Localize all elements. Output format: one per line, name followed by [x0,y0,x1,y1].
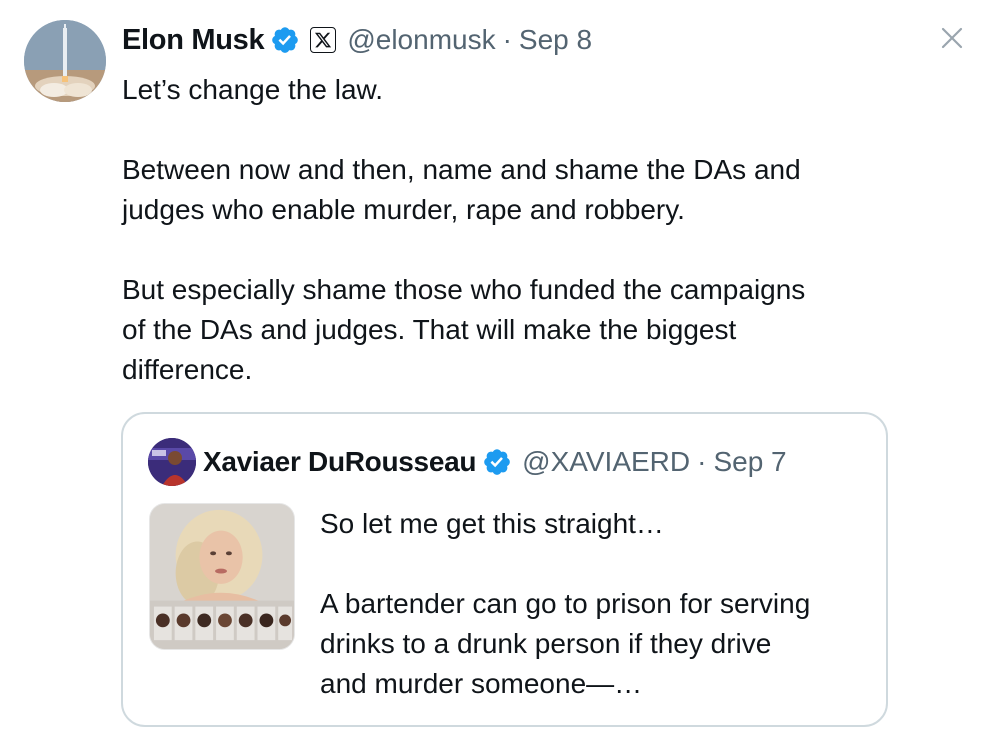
x-logo-icon[interactable] [310,27,337,53]
tweet-header: Elon Musk @elonmusk · Sep 8 [122,20,592,60]
close-button[interactable] [936,22,968,54]
tweet-text-line: But especially shame those who funded th… [122,274,806,305]
tweet-text-line: Let’s change the law. [122,74,384,105]
verified-badge-icon[interactable] [270,25,300,55]
author-name[interactable]: Elon Musk [122,24,265,57]
portrait-and-mugshots-thumbnail-icon [150,504,294,649]
quoted-author-name[interactable]: Xaviaer DuRousseau [203,446,476,478]
quoted-author-handle[interactable]: @XAVIAERD [522,446,690,478]
quoted-tweet-text: So let me get this straight… A bartender… [320,504,880,704]
quoted-author-avatar[interactable] [148,438,196,486]
separator-dot: · [502,24,512,55]
quoted-tweet-date[interactable]: Sep 7 [713,446,786,478]
quoted-text-line: A bartender can go to prison for serving [320,588,811,619]
quoted-tweet-card[interactable]: Xaviaer DuRousseau @XAVIAERD · Sep 7 So … [121,412,888,727]
profile-photo-avatar-icon [148,438,196,486]
author-handle[interactable]: @elonmusk [347,24,495,56]
tweet-text-line: Between now and then, name and shame the… [122,154,801,185]
quoted-text-line: drinks to a drunk person if they drive [320,628,772,659]
quoted-tweet-media-thumbnail[interactable] [149,503,295,650]
separator-dot: · [697,446,707,477]
tweet-text: Let’s change the law. Between now and th… [122,70,922,390]
tweet-text-line: judges who enable murder, rape and robbe… [122,194,685,225]
tweet-date[interactable]: Sep 8 [519,24,592,56]
close-icon [941,27,963,49]
tweet-text-line: difference. [122,354,253,385]
verified-badge-icon[interactable] [482,447,512,477]
quoted-tweet-header: Xaviaer DuRousseau @XAVIAERD · Sep 7 [203,442,787,482]
quoted-text-line: So let me get this straight… [320,508,664,539]
elon-musk-avatar[interactable] [24,20,106,102]
rocket-launch-avatar-icon [24,20,106,102]
tweet-text-line: of the DAs and judges. That will make th… [122,314,737,345]
quoted-text-line: and murder someone—… [320,668,643,699]
tweet: Elon Musk @elonmusk · Sep 8 Let’s change… [0,0,992,752]
